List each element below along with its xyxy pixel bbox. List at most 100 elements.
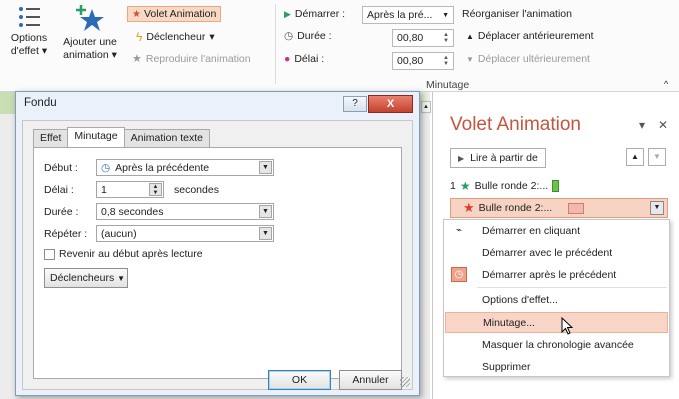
rewind-label: Revenir au début après lecture — [59, 248, 203, 260]
chevron-down-icon[interactable]: ▼ — [650, 201, 664, 215]
menu-item-start-after-previous[interactable]: ◷ Démarrer après le précédent — [445, 264, 668, 285]
duration-row: Durée : 0,8 secondes ▼ — [44, 203, 274, 220]
scroll-up-icon[interactable]: ▲ — [421, 101, 431, 113]
duration-label: ◷ Durée : — [284, 30, 332, 42]
menu-item-effect-options[interactable]: Options d'effet... — [445, 289, 668, 310]
delay-value: 00,80 — [397, 55, 424, 67]
delay-spin-input[interactable]: 1 ▲ ▼ — [96, 181, 164, 198]
duration-combo-value: 0,8 secondes — [101, 205, 164, 218]
menu-item-timing[interactable]: Minutage... — [445, 312, 668, 333]
menu-item-label: Supprimer — [482, 360, 531, 373]
move-down-button[interactable]: ▼ — [648, 148, 666, 166]
move-earlier-label: Déplacer antérieurement — [477, 30, 594, 42]
effect-options-label: Options — [10, 32, 48, 44]
animation-item-label: Bulle ronde 2:... — [474, 180, 549, 192]
menu-item-hide-timeline[interactable]: Masquer la chronologie avancée — [445, 334, 668, 355]
dialog-body: Effet Minutage Animation texte Début : ◷… — [22, 120, 413, 390]
delay-row: Délai : 1 ▲ ▼ secondes — [44, 181, 219, 198]
pane-options-icon[interactable]: ▾ — [639, 118, 645, 132]
animation-item-label: Bulle ronde 2:... — [478, 202, 553, 214]
duration-input[interactable]: 00,80 ▲ ▼ — [392, 29, 454, 47]
repeat-row: Répéter : (aucun) ▼ — [44, 225, 274, 242]
timeline-bar — [568, 202, 585, 214]
menu-item-label: Démarrer après le précédent — [482, 268, 617, 281]
start-select[interactable]: Après la pré... ▼ — [362, 6, 454, 24]
reorder-label-text: Réorganiser l'animation — [462, 8, 572, 20]
play-from-label: Lire à partir de — [470, 152, 538, 164]
trigger-label: Déclencheur — [146, 31, 206, 43]
reproduce-animation-button[interactable]: ★ Reproduire l'animation — [132, 52, 251, 66]
menu-item-label: Minutage... — [483, 316, 535, 329]
tab-effect[interactable]: Effet — [33, 129, 69, 147]
add-animation-button[interactable]: Ajouter une animation ▾ — [60, 4, 120, 62]
animation-pane-icon: ★ — [132, 8, 141, 20]
animation-pane-label: Volet Animation — [143, 8, 217, 20]
move-earlier-button[interactable]: ▲ Déplacer antérieurement — [466, 30, 593, 42]
play-icon: ▶ — [284, 8, 291, 19]
delay-input[interactable]: 00,80 ▲ ▼ — [392, 52, 454, 70]
reproduce-animation-label: Reproduire l'animation — [145, 52, 251, 65]
menu-item-start-with-previous[interactable]: Démarrer avec le précédent — [445, 242, 668, 263]
repeat-combo-value: (aucun) — [101, 227, 137, 240]
add-star-icon — [76, 5, 104, 31]
arrow-down-icon: ▼ — [466, 54, 474, 64]
spinner-icon[interactable]: ▲ ▼ — [149, 183, 162, 196]
ok-button[interactable]: OK — [268, 370, 331, 390]
duration-combo[interactable]: 0,8 secondes ▼ — [96, 203, 274, 220]
effect-options-button[interactable]: Options d'effet ▾ — [6, 4, 52, 58]
spinner-icon[interactable]: ▲ ▼ — [443, 55, 449, 67]
move-up-button[interactable]: ▲ — [626, 148, 644, 166]
duration-field-label: Durée : — [44, 205, 79, 218]
triggers-button[interactable]: Déclencheurs ▼ — [44, 268, 128, 288]
delay-label-text: Délai : — [294, 53, 325, 65]
chevron-down-icon: ▼ — [442, 11, 449, 19]
start-combo[interactable]: ◷ Après la précédente ▼ — [96, 159, 274, 176]
rewind-checkbox[interactable] — [44, 248, 55, 260]
move-later-label: Déplacer ultérieurement — [477, 53, 590, 65]
close-icon[interactable]: ✕ — [658, 118, 668, 132]
animation-pane-button[interactable]: ★ Volet Animation — [127, 6, 222, 22]
chevron-down-icon[interactable]: ▼ — [259, 227, 272, 240]
duration-label-text: Durée : — [297, 30, 332, 42]
animation-item-selected[interactable]: ★ Bulle ronde 2:... ▼ — [450, 198, 668, 218]
timing-group-label: Minutage — [426, 79, 470, 91]
reorder-label: Réorganiser l'animation — [462, 8, 572, 20]
play-from-button[interactable]: ▶ Lire à partir de — [450, 148, 546, 168]
add-animation-label-2: animation — [63, 49, 109, 61]
delay-spin-value: 1 — [101, 183, 107, 196]
close-button[interactable]: X — [368, 95, 413, 113]
repeat-combo[interactable]: (aucun) ▼ — [96, 225, 274, 242]
help-button[interactable]: ? — [343, 96, 367, 112]
green-star-icon: ★ — [459, 179, 471, 193]
spinner-icon[interactable]: ▲ ▼ — [443, 32, 449, 44]
chevron-down-icon[interactable]: ▼ — [259, 161, 272, 174]
clock-icon: ◷ — [451, 267, 467, 282]
collapse-ribbon-icon[interactable]: ^ — [664, 79, 668, 89]
tab-text-animation[interactable]: Animation texte — [123, 129, 210, 147]
rewind-row[interactable]: Revenir au début après lecture — [44, 248, 203, 260]
triggers-label: Déclencheurs — [50, 272, 115, 284]
animation-painter-icon: ★ — [132, 53, 142, 65]
ribbon-separator — [275, 4, 276, 84]
animation-item[interactable]: 1 ★ Bulle ronde 2:... — [450, 176, 560, 196]
resize-grip[interactable] — [400, 377, 410, 387]
trigger-button[interactable]: ϟ Déclencheur ▾ — [136, 30, 215, 44]
start-combo-value: Après la précédente — [115, 161, 210, 174]
menu-item-start-on-click[interactable]: ⌁ Démarrer en cliquant — [445, 220, 668, 241]
dialog-tabs: Effet Minutage Animation texte — [33, 127, 210, 147]
chevron-down-icon[interactable]: ▼ — [259, 205, 272, 218]
effect-options-icon — [19, 7, 40, 27]
red-star-icon: ★ — [463, 200, 475, 215]
menu-item-delete[interactable]: Supprimer — [445, 356, 668, 377]
mouse-click-icon: ⌁ — [455, 225, 463, 236]
effect-options-label-2: d'effet — [10, 45, 39, 57]
delay-unit: secondes — [174, 183, 219, 196]
timeline-bar — [552, 180, 560, 192]
delay-icon: ● — [284, 53, 291, 65]
cancel-button[interactable]: Annuler — [339, 370, 402, 390]
clock-icon: ◷ — [101, 161, 111, 174]
move-later-button[interactable]: ▼ Déplacer ultérieurement — [466, 53, 590, 65]
lightning-icon: ϟ — [136, 30, 143, 44]
tab-timing[interactable]: Minutage — [67, 127, 125, 147]
double-chevron-icon: ▼ — [117, 274, 126, 283]
